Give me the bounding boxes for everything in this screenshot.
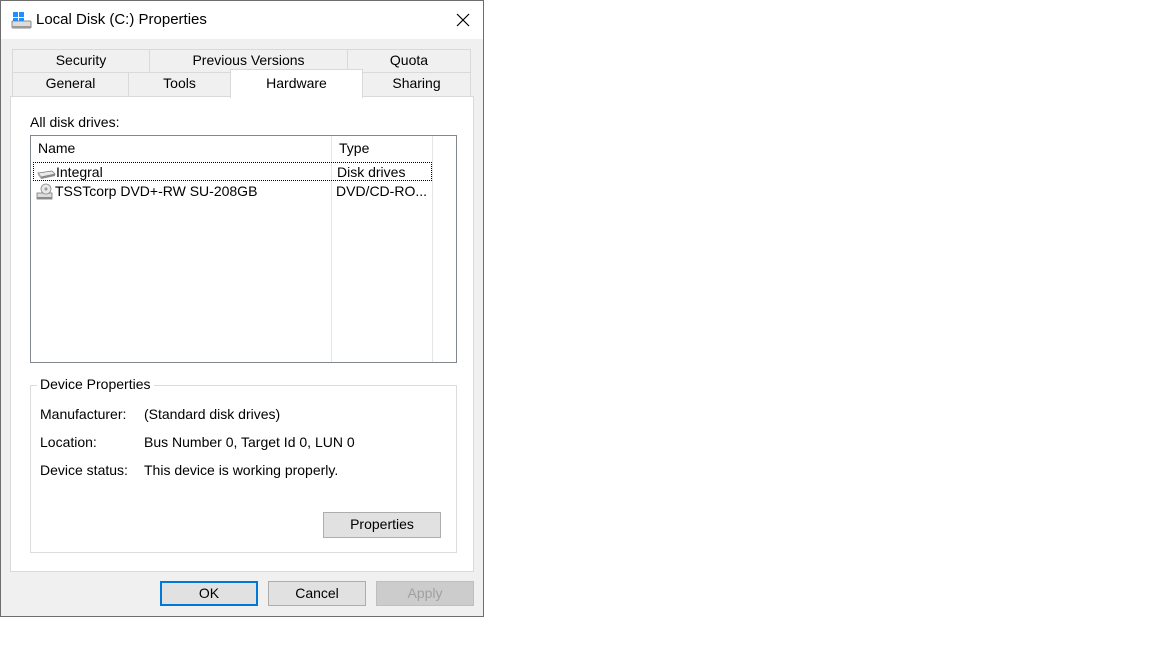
tab-label: Quota bbox=[389, 52, 429, 68]
window-title: Local Disk (C:) Properties bbox=[36, 11, 207, 28]
column-header-name[interactable]: Name bbox=[31, 136, 332, 161]
list-item[interactable]: Integral Disk drives bbox=[33, 162, 432, 181]
disk-drive-icon bbox=[37, 170, 56, 179]
all-disk-drives-label: All disk drives: bbox=[30, 114, 120, 130]
properties-dialog: Local Disk (C:) Properties Security Prev… bbox=[0, 0, 484, 617]
drive-type: Disk drives bbox=[337, 164, 406, 180]
device-status-value: This device is working properly. bbox=[144, 462, 339, 478]
disk-drives-list[interactable]: Name Type Integral Disk drives TSSTcorp … bbox=[30, 135, 457, 363]
tab-security[interactable]: Security bbox=[12, 49, 150, 73]
tab-label: Security bbox=[55, 52, 107, 68]
dvd-drive-icon bbox=[36, 183, 53, 200]
tab-label: Previous Versions bbox=[192, 52, 305, 68]
title-bar: Local Disk (C:) Properties bbox=[1, 1, 483, 39]
drive-icon bbox=[11, 12, 32, 29]
tab-label: General bbox=[45, 75, 96, 91]
tab-label: Hardware bbox=[266, 75, 327, 91]
drive-name: Integral bbox=[56, 164, 103, 180]
manufacturer-value: (Standard disk drives) bbox=[144, 406, 281, 422]
cancel-button[interactable]: Cancel bbox=[268, 581, 366, 606]
close-icon bbox=[456, 13, 470, 27]
location-label: Location: bbox=[40, 434, 97, 450]
device-properties-legend: Device Properties bbox=[37, 376, 154, 392]
hardware-panel: All disk drives: Name Type Integral Disk… bbox=[10, 96, 474, 572]
device-properties-button[interactable]: Properties bbox=[323, 512, 441, 538]
list-item[interactable]: TSSTcorp DVD+-RW SU-208GB DVD/CD-RO... bbox=[33, 182, 432, 201]
column-divider bbox=[432, 136, 433, 362]
manufacturer-label: Manufacturer: bbox=[40, 406, 127, 422]
tab-label: Tools bbox=[163, 75, 196, 91]
close-button[interactable] bbox=[443, 1, 483, 39]
tab-sharing[interactable]: Sharing bbox=[362, 72, 471, 97]
tab-tools[interactable]: Tools bbox=[128, 72, 231, 97]
ok-button[interactable]: OK bbox=[160, 581, 258, 606]
tab-label: Sharing bbox=[392, 75, 441, 91]
location-value: Bus Number 0, Target Id 0, LUN 0 bbox=[144, 434, 355, 450]
tab-quota[interactable]: Quota bbox=[347, 49, 471, 73]
column-header-type[interactable]: Type bbox=[332, 136, 432, 161]
drive-name: TSSTcorp DVD+-RW SU-208GB bbox=[55, 183, 258, 199]
device-properties-group: Device Properties Manufacturer: (Standar… bbox=[30, 376, 457, 553]
tab-hardware[interactable]: Hardware bbox=[230, 69, 363, 98]
apply-button[interactable]: Apply bbox=[376, 581, 474, 606]
tab-general[interactable]: General bbox=[12, 72, 129, 97]
drive-type: DVD/CD-RO... bbox=[336, 183, 427, 199]
device-status-label: Device status: bbox=[40, 462, 128, 478]
